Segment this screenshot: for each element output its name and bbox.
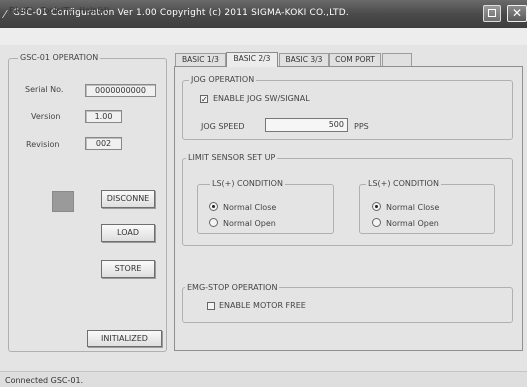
- jog-enable-label[interactable]: ENABLE JOG SW/SIGNAL: [213, 94, 310, 103]
- jog-speed-input[interactable]: 500: [265, 118, 348, 132]
- operation-group-title: GSC-01 OPERATION: [18, 53, 101, 62]
- load-button[interactable]: LOAD: [101, 224, 155, 242]
- ls-minus-normal-open-label[interactable]: Normal Open: [386, 219, 439, 228]
- radio-selected-dot: [212, 205, 215, 208]
- jog-speed-unit: PPS: [354, 122, 369, 131]
- emg-stop-title: EMG-STOP OPERATION: [185, 283, 280, 292]
- close-icon: ✕: [512, 6, 523, 20]
- limit-sensor-title: LIMIT SENSOR SET UP: [186, 153, 278, 162]
- serial-number-label: Serial No.: [25, 85, 64, 94]
- initialize-button[interactable]: INITIALIZED: [87, 330, 162, 347]
- tab-basic-3[interactable]: BASIC 3/3: [279, 53, 329, 66]
- ls-minus-condition-title: LS(+) CONDITION: [366, 179, 441, 188]
- version-label: Version: [31, 112, 61, 121]
- ls-plus-normal-close-label[interactable]: Normal Close: [223, 203, 276, 212]
- motor-free-checkbox[interactable]: [207, 302, 215, 310]
- disconnect-button[interactable]: DISCONNE: [101, 190, 155, 208]
- revision-label: Revision: [26, 140, 60, 149]
- menu-file[interactable]: File(F): [9, 6, 33, 15]
- minimize-button[interactable]: [483, 5, 501, 22]
- tab-com-port[interactable]: COM PORT: [329, 53, 381, 66]
- status-text: Connected GSC-01.: [5, 376, 84, 385]
- close-button[interactable]: ✕: [507, 5, 527, 22]
- ls-minus-normal-open-radio[interactable]: [372, 218, 381, 227]
- menu-bar: [0, 28, 527, 45]
- store-button[interactable]: STORE: [101, 260, 155, 278]
- ls-plus-normal-open-radio[interactable]: [209, 218, 218, 227]
- revision-field: 002: [85, 137, 122, 150]
- ls-minus-normal-close-label[interactable]: Normal Close: [386, 203, 439, 212]
- radio-selected-dot: [375, 205, 378, 208]
- ls-minus-normal-close-radio[interactable]: [372, 202, 381, 211]
- tab-basic-1[interactable]: BASIC 1/3: [175, 53, 226, 66]
- menu-help[interactable]: Help(H): [79, 6, 110, 15]
- version-field: 1.00: [85, 110, 122, 123]
- window-icon: [488, 9, 496, 17]
- ls-plus-normal-close-radio[interactable]: [209, 202, 218, 211]
- jog-speed-label: JOG SPEED: [201, 122, 245, 131]
- ls-plus-condition-title: LS(+) CONDITION: [210, 179, 285, 188]
- serial-number-field: 0000000000: [85, 84, 156, 97]
- jog-operation-title: JOG OPERATION: [189, 75, 257, 84]
- connection-status-indicator: [52, 191, 74, 212]
- jog-enable-checkbox[interactable]: ✓: [200, 95, 208, 104]
- tab-blank[interactable]: [382, 53, 412, 66]
- motor-free-label[interactable]: ENABLE MOTOR FREE: [219, 301, 306, 310]
- tab-basic-2[interactable]: BASIC 2/3: [226, 52, 278, 67]
- ls-plus-normal-open-label[interactable]: Normal Open: [223, 219, 276, 228]
- menu-tools[interactable]: Tools(T): [41, 6, 72, 15]
